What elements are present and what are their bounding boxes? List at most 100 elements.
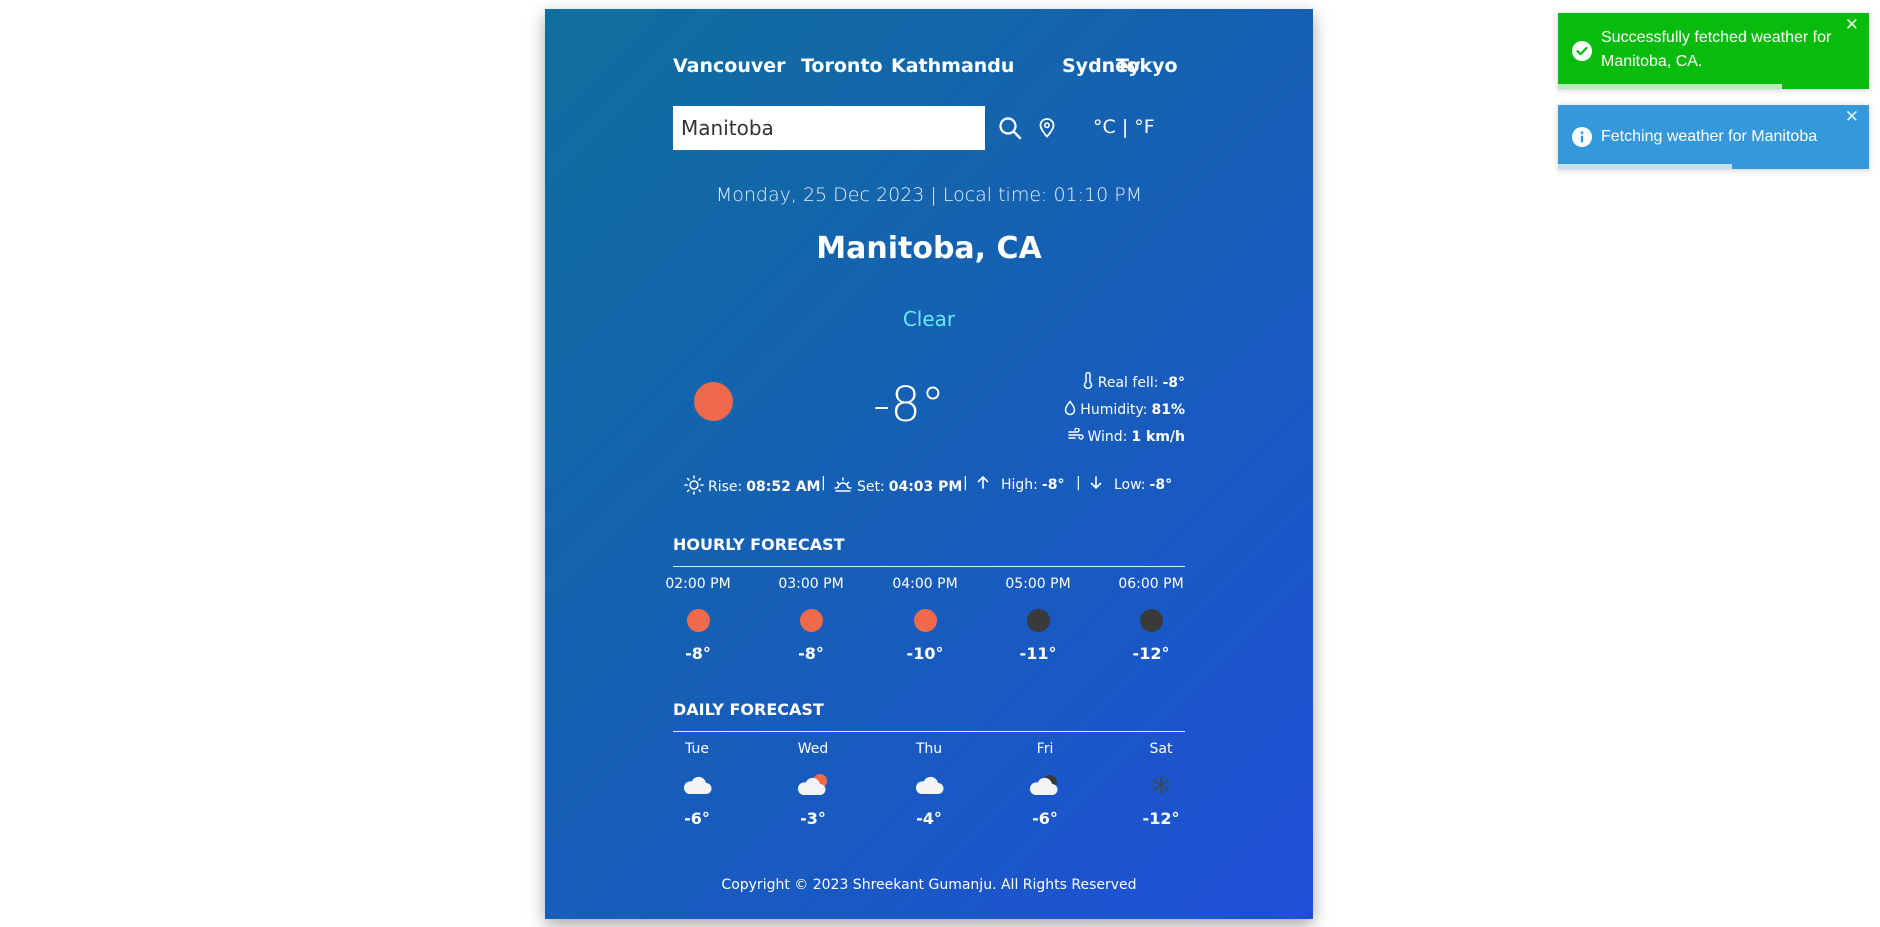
cloud-moon-icon bbox=[1029, 775, 1058, 795]
thermometer-icon bbox=[1082, 371, 1094, 393]
sun-times-row: Rise: 08:52 AM | Set: 04:03 PM | High: -… bbox=[673, 475, 1185, 497]
toast-progress-bar bbox=[1558, 84, 1782, 89]
search-input[interactable] bbox=[673, 106, 985, 150]
daily-temp: -6° bbox=[1032, 809, 1058, 828]
sun-icon bbox=[799, 608, 823, 632]
daily-item: Tue -6° bbox=[657, 741, 737, 828]
daily-item: Fri -6° bbox=[1005, 741, 1085, 828]
toast-message: Fetching weather for Manitoba bbox=[1601, 128, 1818, 145]
snowflake-icon bbox=[1152, 776, 1170, 794]
real-feel: Real fell: -8° bbox=[1082, 371, 1185, 393]
sunset-value: 04:03 PM bbox=[888, 479, 963, 495]
toast-message: Successfully fetched weather for Manitob… bbox=[1601, 29, 1832, 70]
hourly-item: 05:00 PM -11° bbox=[998, 576, 1078, 663]
wind-icon bbox=[1067, 427, 1084, 446]
hourly-temp: -12° bbox=[1132, 644, 1170, 663]
sunrise-value: 08:52 AM bbox=[746, 479, 821, 495]
hourly-time: 04:00 PM bbox=[892, 576, 958, 592]
city-toronto[interactable]: Toronto bbox=[801, 55, 883, 77]
info-icon bbox=[1572, 127, 1592, 147]
daily-temp: -6° bbox=[684, 809, 710, 828]
search-bar: °C | °F bbox=[673, 106, 1185, 150]
city-vancouver[interactable]: Vancouver bbox=[673, 55, 786, 77]
hourly-temp: -8° bbox=[798, 644, 824, 663]
weather-condition: Clear bbox=[902, 307, 956, 331]
daily-divider bbox=[673, 731, 1185, 732]
daily-day: Tue bbox=[685, 741, 709, 757]
wind-label: Wind: bbox=[1087, 429, 1128, 445]
success-toast[interactable]: Successfully fetched weather for Manitob… bbox=[1558, 13, 1869, 89]
sunset: Set: 04:03 PM bbox=[833, 475, 962, 499]
weather-card: Vancouver Toronto Kathmandu Sydney Tokyo… bbox=[545, 9, 1313, 919]
moon-icon bbox=[1026, 608, 1050, 632]
high-label: High: bbox=[1001, 477, 1038, 493]
location-title: Manitoba, CA bbox=[816, 231, 1042, 266]
sunrise: Rise: 08:52 AM bbox=[684, 475, 820, 499]
hourly-item: 06:00 PM -12° bbox=[1111, 576, 1191, 663]
low-temp: Low: -8° bbox=[1090, 475, 1172, 495]
fahrenheit-button[interactable]: °F bbox=[1134, 116, 1154, 138]
local-datetime: Monday, 25 Dec 2023 | Local time: 01:10 … bbox=[715, 184, 1143, 206]
current-temperature: -8° bbox=[873, 377, 945, 433]
city-tokyo[interactable]: Tokyo bbox=[1116, 55, 1178, 77]
separator: | bbox=[963, 475, 968, 491]
wind: Wind: 1 km/h bbox=[1067, 427, 1185, 446]
check-circle-icon bbox=[1572, 41, 1592, 61]
cloud-icon bbox=[683, 776, 712, 794]
celsius-button[interactable]: °C bbox=[1093, 116, 1116, 138]
real-feel-value: -8° bbox=[1162, 374, 1185, 391]
search-icon[interactable] bbox=[998, 116, 1022, 144]
hourly-time: 05:00 PM bbox=[1005, 576, 1071, 592]
city-nav: Vancouver Toronto Kathmandu Sydney Tokyo bbox=[673, 55, 1185, 83]
separator: | bbox=[1076, 475, 1081, 491]
sun-icon bbox=[913, 608, 937, 632]
wind-value: 1 km/h bbox=[1131, 429, 1185, 445]
location-pin-icon[interactable] bbox=[1038, 118, 1056, 142]
high-temp: High: -8° bbox=[977, 475, 1064, 495]
arrow-up-icon bbox=[977, 475, 997, 495]
hourly-temp: -8° bbox=[685, 644, 711, 663]
hourly-time: 03:00 PM bbox=[778, 576, 844, 592]
hourly-item: 02:00 PM -8° bbox=[658, 576, 738, 663]
close-icon[interactable]: ✕ bbox=[1845, 107, 1859, 127]
hourly-divider bbox=[673, 566, 1185, 567]
humidity-value: 81% bbox=[1151, 402, 1185, 418]
daily-day: Wed bbox=[797, 741, 829, 757]
sunset-label: Set: bbox=[857, 479, 885, 495]
daily-day: Thu bbox=[915, 741, 943, 757]
separator: | bbox=[821, 475, 826, 491]
cloud-sun-icon bbox=[797, 774, 827, 795]
sun-icon bbox=[694, 382, 733, 421]
daily-item: Sat -12° bbox=[1121, 741, 1201, 828]
daily-temp: -12° bbox=[1142, 809, 1180, 828]
humidity-label: Humidity: bbox=[1080, 402, 1148, 418]
info-toast[interactable]: Fetching weather for Manitoba ✕ bbox=[1558, 105, 1869, 169]
hourly-forecast-title: HOURLY FORECAST bbox=[673, 535, 845, 554]
city-kathmandu[interactable]: Kathmandu bbox=[891, 55, 1014, 77]
unit-toggle: °C | °F bbox=[1093, 116, 1155, 138]
arrow-down-icon bbox=[1090, 475, 1110, 495]
sunset-icon bbox=[833, 475, 853, 499]
close-icon[interactable]: ✕ bbox=[1845, 15, 1859, 35]
toast-progress-bar bbox=[1558, 164, 1733, 169]
hourly-time: 06:00 PM bbox=[1118, 576, 1184, 592]
daily-day: Fri bbox=[1036, 741, 1054, 757]
footer-copyright: Copyright © 2023 Shreekant Gumanju. All … bbox=[721, 877, 1137, 893]
sunrise-label: Rise: bbox=[708, 479, 743, 495]
hourly-time: 02:00 PM bbox=[665, 576, 731, 592]
droplet-icon bbox=[1064, 400, 1076, 420]
daily-item: Thu -4° bbox=[889, 741, 969, 828]
daily-item: Wed -3° bbox=[773, 741, 853, 828]
unit-separator: | bbox=[1121, 116, 1129, 138]
sunrise-icon bbox=[684, 475, 704, 499]
moon-icon bbox=[1139, 608, 1163, 632]
low-label: Low: bbox=[1114, 477, 1146, 493]
hourly-temp: -10° bbox=[906, 644, 944, 663]
sun-icon bbox=[686, 608, 710, 632]
hourly-temp: -11° bbox=[1019, 644, 1057, 663]
humidity: Humidity: 81% bbox=[1064, 400, 1185, 420]
high-value: -8° bbox=[1041, 477, 1065, 493]
hourly-item: 03:00 PM -8° bbox=[771, 576, 851, 663]
cloud-icon bbox=[915, 776, 944, 794]
daily-forecast-title: DAILY FORECAST bbox=[673, 700, 824, 719]
